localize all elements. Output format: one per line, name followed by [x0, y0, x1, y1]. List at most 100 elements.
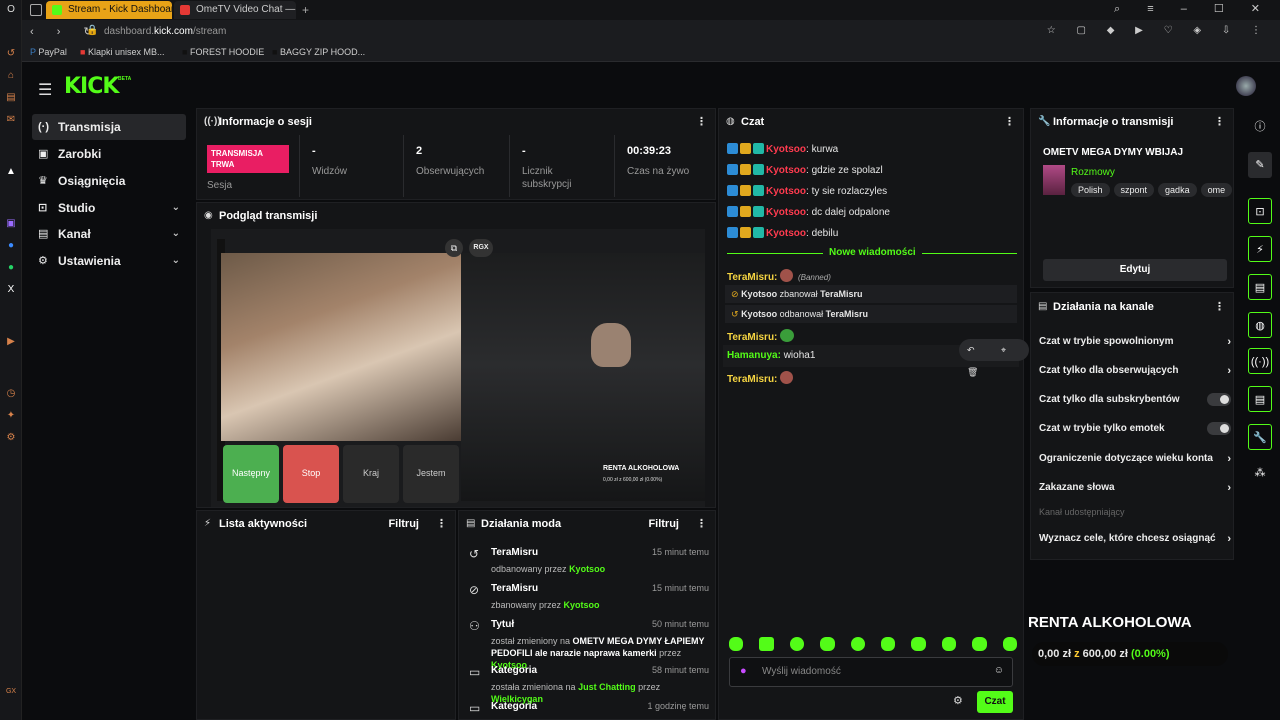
chat-username[interactable]: Hamanuya: [727, 350, 781, 361]
url-field[interactable]: dashboard.kick.com/stream [104, 26, 226, 37]
chat-icon[interactable]: ◍ [1248, 312, 1272, 338]
chat-message-hover[interactable]: Hamanuya: wioha1 ↶ ⌖ 🗑 [723, 339, 1029, 377]
kebab-icon[interactable]: ⋮ [696, 109, 707, 135]
messenger-icon[interactable]: ● [5, 240, 17, 252]
tab-kick-dashboard[interactable]: Stream - Kick Dashboard [46, 1, 172, 19]
emote-icon[interactable] [941, 637, 957, 651]
list-icon[interactable]: ▤ [1248, 386, 1272, 412]
aria-icon[interactable]: ▲ [5, 166, 17, 178]
event-user[interactable]: Kyotsoo [741, 309, 777, 319]
wrench-icon[interactable]: 🔧 [1248, 424, 1272, 450]
filter-button[interactable]: Filtruj [648, 511, 679, 537]
emote-icon[interactable] [1002, 637, 1018, 651]
bookmark-baggy-zip[interactable]: ■ BAGGY ZIP HOOD... [272, 47, 365, 57]
filter-button[interactable]: Filtruj [388, 511, 419, 537]
hamburger-icon[interactable]: ☰ [38, 80, 52, 100]
emote-icon[interactable] [820, 637, 835, 651]
stop-button[interactable]: Stop [283, 445, 339, 503]
chat-message[interactable]: Kyotsoo: debilu [727, 227, 838, 239]
event-target[interactable]: TeraMisru [826, 309, 868, 319]
category-link[interactable]: Rozmowy [1071, 167, 1115, 178]
news-icon[interactable]: ▤ [5, 92, 17, 104]
settings-icon[interactable]: ⚙ [5, 432, 17, 444]
opera-icon[interactable]: O [5, 4, 17, 16]
tab-menu-icon[interactable] [30, 4, 42, 16]
chat-username[interactable]: Kyotsoo [766, 228, 806, 239]
chat-message[interactable]: Kyotsoo: ty sie rozlaczyles [727, 185, 887, 197]
chat-message[interactable]: Kyotsoo: gdzie ze spolazl [727, 164, 883, 176]
chat-message[interactable]: TeraMisru: [727, 329, 796, 343]
extensions-icon[interactable]: ✦ [5, 410, 17, 422]
tab-ometv[interactable]: OmeTV Video Chat — [174, 1, 296, 19]
apps-icon[interactable]: ⁂ [1248, 460, 1272, 486]
capture-icon[interactable]: ⊡ [1248, 198, 1272, 224]
mail-icon[interactable]: ✉ [5, 114, 17, 126]
sidebar-item-zarobki[interactable]: ▣ Zarobki [32, 141, 186, 167]
kebab-icon[interactable]: ⋮ [436, 511, 447, 537]
clock-icon[interactable]: ◷ [5, 388, 17, 400]
chat-username[interactable]: TeraMisru: [727, 332, 777, 343]
emote-icon[interactable] [911, 637, 926, 651]
tag[interactable]: gadka [1158, 183, 1197, 197]
chat-username[interactable]: TeraMisru: [727, 272, 777, 283]
gender-button[interactable]: Jestem [403, 445, 459, 503]
chat-username[interactable]: Kyotsoo [766, 207, 806, 218]
emote-icon[interactable] [972, 637, 987, 651]
twitch-icon[interactable]: ▣ [5, 218, 17, 230]
event-target[interactable]: TeraMisru [820, 289, 862, 299]
chat-username[interactable]: Kyotsoo [766, 165, 806, 176]
edit-button[interactable]: Edytuj [1043, 259, 1227, 281]
window-controls[interactable]: ⌕ ≡ – ☐ ✕ [1114, 2, 1272, 16]
kebab-icon[interactable]: ⋮ [1004, 109, 1015, 135]
next-button[interactable]: Następny [223, 445, 279, 503]
emote-icon[interactable] [729, 637, 744, 651]
broadcast-icon[interactable]: ((·)) [1248, 348, 1272, 374]
toolbar-icons[interactable]: ☆ ▢ ◆ ▶ ♡ ◈ ⇩ ⋮ [1047, 25, 1270, 36]
avatar[interactable] [1236, 76, 1256, 96]
bookmark-paypal[interactable]: P PayPal [30, 47, 67, 57]
chat-message[interactable]: TeraMisru: [727, 371, 795, 385]
bolt-icon[interactable]: ⚡ [1248, 236, 1272, 262]
followers-only-row[interactable]: Czat tylko dla obserwujących › [1039, 365, 1231, 377]
chat-settings-icon[interactable]: ⚙ [953, 694, 963, 707]
x-icon[interactable]: X [5, 284, 17, 296]
chat-message[interactable]: Kyotsoo: dc dalej odpalone [727, 206, 890, 218]
new-tab-icon[interactable]: + [302, 3, 309, 17]
kebab-icon[interactable]: ⋮ [696, 511, 707, 537]
goals-row[interactable]: Wyznacz cele, które chcesz osiągnąć › [1039, 533, 1231, 545]
pencil-icon[interactable]: ✎ [1248, 152, 1272, 178]
desc-bold[interactable]: Just Chatting [578, 682, 636, 692]
popout-icon[interactable]: ⧉ [445, 239, 463, 257]
info-icon[interactable]: ⓘ [1248, 114, 1272, 140]
bookmark-forest-hoodie[interactable]: ■ FOREST HOODIE [182, 47, 264, 57]
tag[interactable]: Polish [1071, 183, 1110, 197]
document-icon[interactable]: ▤ [1248, 274, 1272, 300]
account-age-row[interactable]: Ograniczenie dotyczące wieku konta › [1039, 453, 1231, 465]
emote-only-toggle[interactable] [1207, 422, 1231, 435]
sidebar-item-ustawienia[interactable]: ⚙ Ustawienia ⌄ [32, 248, 186, 274]
sidebar-item-kanal[interactable]: ▤ Kanał ⌄ [32, 221, 186, 247]
chat-message[interactable]: TeraMisru: (Banned) [727, 269, 831, 283]
sidebar-item-osiagniecia[interactable]: ♛ Osiągnięcia [32, 168, 186, 194]
history-icon[interactable]: ↺ [5, 48, 17, 60]
send-chat-button[interactable]: Czat [977, 691, 1013, 713]
sidebar-item-studio[interactable]: ⊡ Studio ⌄ [32, 195, 186, 221]
rgx-chip[interactable]: RGX [469, 239, 493, 257]
kebab-icon[interactable]: ⋮ [1214, 293, 1225, 321]
chat-input[interactable]: ● Wyślij wiadomość ☺ [729, 657, 1013, 687]
chat-username[interactable]: Kyotsoo [766, 186, 806, 197]
chat-username[interactable]: TeraMisru: [727, 374, 777, 385]
player-icon[interactable]: ▶ [5, 336, 17, 348]
microphone-icon[interactable]: ● [740, 665, 747, 677]
message-actions[interactable]: ↶ ⌖ 🗑 [959, 339, 1029, 377]
tag[interactable]: ome [1200, 183, 1233, 197]
desc-user[interactable]: Kyotsoo [564, 600, 600, 610]
whatsapp-icon[interactable]: ● [5, 262, 17, 274]
kick-logo[interactable]: KICK [64, 74, 119, 99]
sidebar-item-transmisja[interactable]: (·) Transmisja [32, 114, 186, 140]
bookmark-klapki[interactable]: ■ Klapki unisex MB... [80, 47, 164, 57]
emote-icon[interactable] [881, 637, 896, 651]
shop-icon[interactable]: ⌂ [5, 70, 17, 82]
chat-message[interactable]: Hamanuya: wioha1 [727, 350, 815, 361]
emote-icon[interactable] [759, 637, 774, 651]
